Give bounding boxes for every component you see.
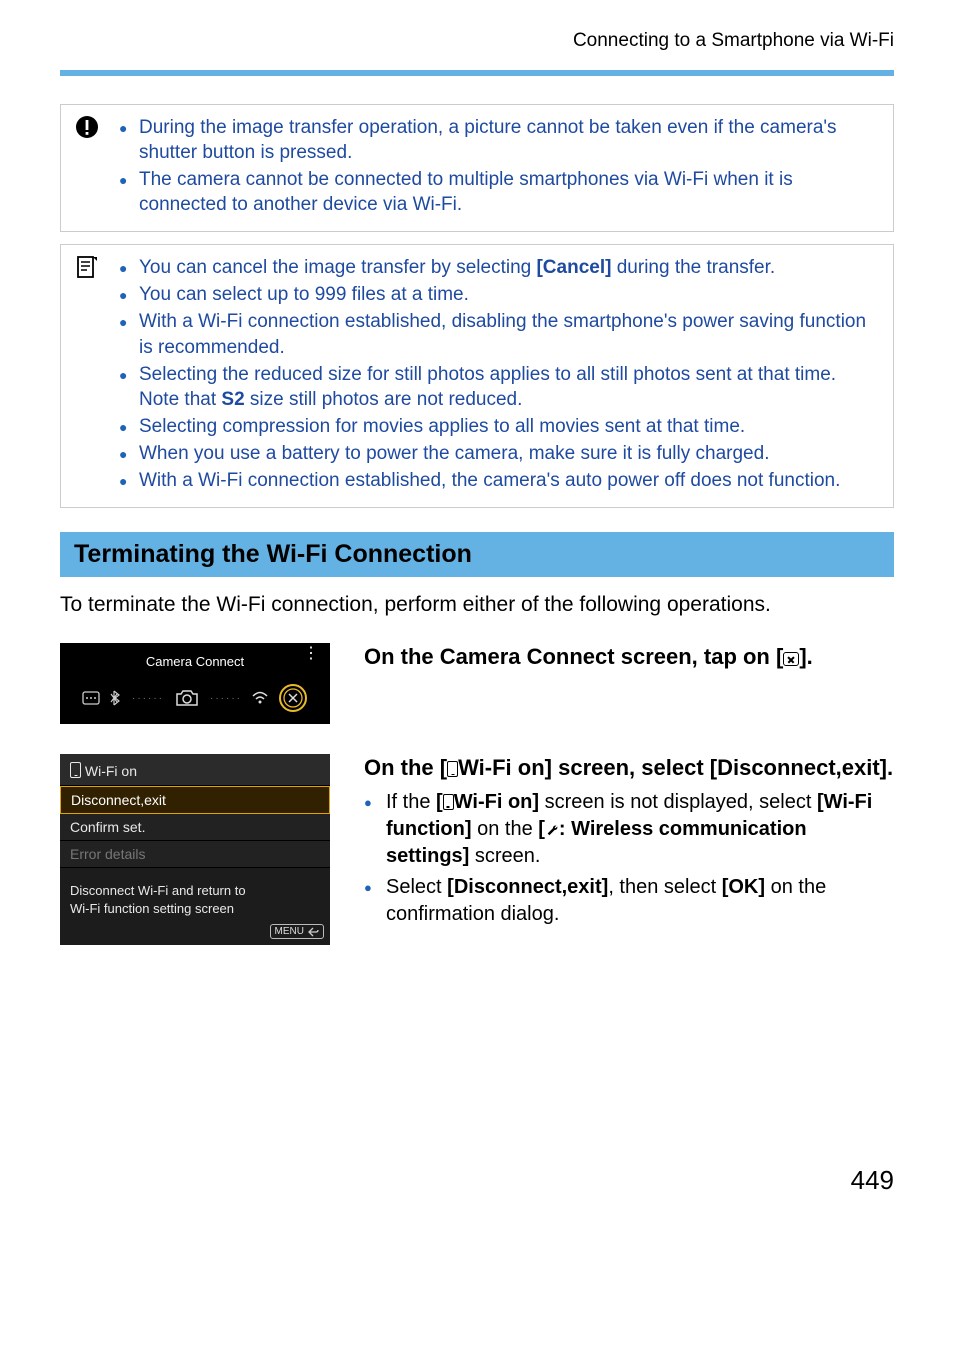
more-icon: ⋮ (303, 650, 319, 658)
bluetooth-icon (110, 689, 122, 707)
warning-item: The camera cannot be connected to multip… (119, 167, 875, 217)
wifi-on-menu-item: Error details (60, 841, 330, 868)
step2-bullet-2: Select [Disconnect,exit], then select [O… (364, 874, 894, 928)
step1-heading: On the Camera Connect screen, tap on []. (364, 643, 894, 672)
note-item: Selecting the reduced size for still pho… (119, 362, 875, 412)
wifi-on-title: Wi-Fi on (60, 754, 330, 786)
chapter-title: Connecting to a Smartphone via Wi-Fi (0, 0, 954, 52)
note-icon (75, 255, 99, 279)
caution-icon (75, 115, 99, 139)
camera-connect-title: Camera Connect (146, 654, 244, 669)
wifi-on-figure: Wi-Fi on Disconnect,exitConfirm set.Erro… (60, 754, 330, 945)
separator-dots: ······ (132, 693, 164, 704)
card-icon (82, 691, 100, 705)
close-box-icon (783, 652, 799, 666)
note-item: With a Wi-Fi connection established, dis… (119, 309, 875, 359)
step2-heading: On the [Wi-Fi on] screen, select [Discon… (364, 754, 894, 783)
wrench-icon (545, 823, 559, 837)
warning-callout: During the image transfer operation, a p… (60, 104, 894, 232)
wifi-icon (252, 691, 268, 705)
camera-connect-figure: Camera Connect ⋮ ······ ······ (60, 643, 330, 724)
note-item: You can select up to 999 files at a time… (119, 282, 875, 307)
separator-dots: ······ (210, 693, 242, 704)
phone-icon (447, 761, 458, 777)
step-row-1: Camera Connect ⋮ ······ ······ On the Ca… (60, 643, 894, 724)
section-heading: Terminating the Wi-Fi Connection (60, 532, 894, 577)
camera-icon (174, 688, 200, 708)
menu-back-badge: MENU (60, 921, 330, 945)
intro-paragraph: To terminate the Wi-Fi connection, perfo… (60, 591, 894, 619)
wifi-on-description: Disconnect Wi-Fi and return to Wi-Fi fun… (60, 868, 330, 921)
phone-icon (70, 762, 81, 778)
step2-bullet-1: If the [Wi-Fi on] screen is not displaye… (364, 789, 894, 870)
back-icon (307, 927, 319, 937)
disconnect-circle-icon (278, 683, 308, 713)
note-callout: You can cancel the image transfer by sel… (60, 244, 894, 508)
wifi-on-menu-item: Disconnect,exit (60, 786, 330, 814)
note-item: When you use a battery to power the came… (119, 441, 875, 466)
note-item: Selecting compression for movies applies… (119, 414, 875, 439)
page-number: 449 (0, 1165, 894, 1196)
note-item: With a Wi-Fi connection established, the… (119, 468, 875, 493)
note-item: You can cancel the image transfer by sel… (119, 255, 875, 280)
phone-icon (443, 794, 454, 810)
warning-item: During the image transfer operation, a p… (119, 115, 875, 165)
wifi-on-menu-item: Confirm set. (60, 814, 330, 841)
step-row-2: Wi-Fi on Disconnect,exitConfirm set.Erro… (60, 754, 894, 945)
divider (60, 70, 894, 76)
